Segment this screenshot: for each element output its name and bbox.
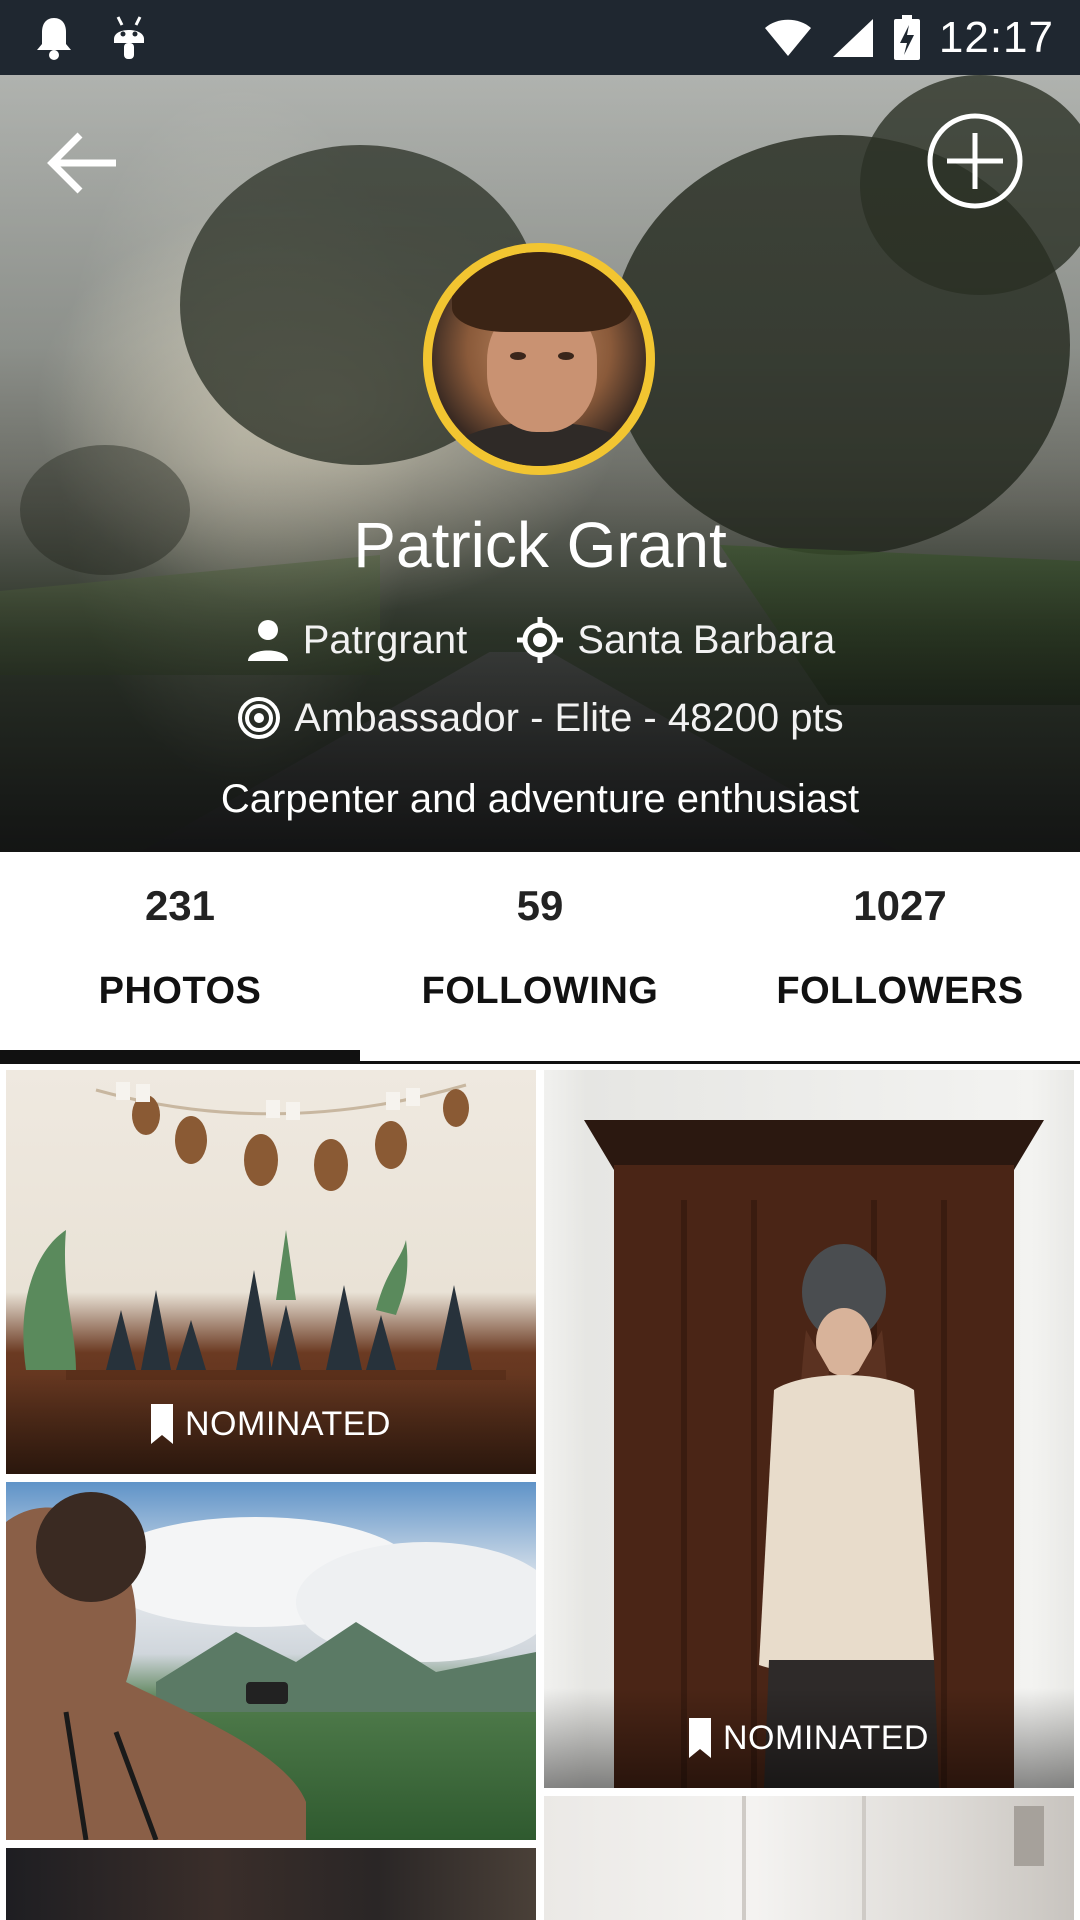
profile-name: Patrick Grant xyxy=(353,509,727,581)
username-text: Patrgrant xyxy=(302,617,468,662)
tab-followers[interactable]: 1027 FOLLOWERS xyxy=(720,852,1080,1064)
profile-tabs: 231 PHOTOS 59 FOLLOWING 1027 FOLLOWERS xyxy=(0,852,1080,1064)
followers-count: 1027 xyxy=(853,882,947,929)
avatar-eye xyxy=(558,352,574,360)
status-time: 12:17 xyxy=(938,12,1054,62)
photo-tile[interactable] xyxy=(6,1848,536,1920)
photo-tile[interactable]: NOMINATED xyxy=(544,1070,1074,1788)
photo-illustration xyxy=(6,1492,536,1840)
avatar-eye xyxy=(510,352,526,360)
back-button[interactable] xyxy=(44,123,124,203)
profile-cover: Patrick Grant Patrgrant Santa Barbara Am… xyxy=(0,75,1080,852)
bookmark-icon xyxy=(151,1404,173,1444)
tab-divider xyxy=(0,1061,1080,1064)
person-icon xyxy=(247,620,288,661)
tab-following[interactable]: 59 FOLLOWING xyxy=(360,852,720,1064)
wifi-icon xyxy=(764,19,811,56)
location-target-icon xyxy=(517,617,564,663)
add-circle-icon xyxy=(927,113,1023,209)
cell-signal-icon xyxy=(832,18,873,57)
rank-text: Ambassador - Elite - 48200 pts xyxy=(294,695,844,740)
photo-illustration xyxy=(742,1796,1044,1920)
photo-tile[interactable] xyxy=(544,1796,1074,1920)
username: Patrgrant xyxy=(245,617,468,663)
rank-target-icon xyxy=(238,697,281,739)
photos-count: 231 xyxy=(144,882,216,929)
bell-icon xyxy=(37,17,71,60)
rank-row: Ambassador - Elite - 48200 pts xyxy=(0,695,1080,741)
location-text: Santa Barbara xyxy=(577,617,836,662)
location: Santa Barbara xyxy=(515,615,835,665)
add-button[interactable] xyxy=(925,111,1025,211)
bookmark-icon xyxy=(689,1718,711,1758)
photo-tile[interactable]: NOMINATED xyxy=(6,1070,536,1474)
nominated-label: NOMINATED xyxy=(185,1404,391,1443)
battery-icon xyxy=(893,14,920,60)
photo-illustration xyxy=(584,1120,1044,1788)
nominated-badge: NOMINATED xyxy=(544,1688,1074,1788)
nominated-badge: NOMINATED xyxy=(6,1374,536,1474)
status-bar: 12:17 xyxy=(0,0,1080,75)
arrow-back-icon xyxy=(47,132,116,194)
profile-meta-row: Patrgrant Santa Barbara xyxy=(0,615,1080,665)
android-icon xyxy=(114,15,144,59)
photos-label: PHOTOS xyxy=(98,970,262,1012)
avatar-hair xyxy=(452,252,632,332)
avatar[interactable] xyxy=(423,243,655,475)
tab-photos[interactable]: 231 PHOTOS xyxy=(0,852,360,1064)
profile-bio: Carpenter and adventure enthusiast xyxy=(220,777,860,821)
rank: Ambassador - Elite - 48200 pts xyxy=(236,695,844,741)
following-count: 59 xyxy=(516,882,564,929)
photo-tile[interactable] xyxy=(6,1482,536,1840)
following-label: FOLLOWING xyxy=(421,970,659,1012)
nominated-label: NOMINATED xyxy=(723,1718,929,1757)
followers-label: FOLLOWERS xyxy=(776,970,1024,1012)
